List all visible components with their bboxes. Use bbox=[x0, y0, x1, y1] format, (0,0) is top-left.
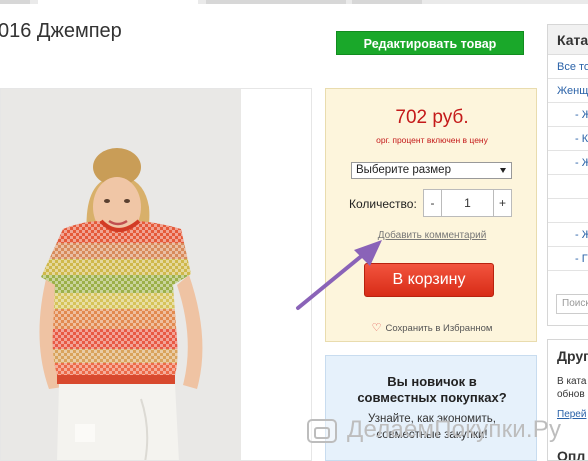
newbie-title: Вы новичок в совместных покупках? bbox=[326, 374, 538, 406]
newbie-info-box: Вы новичок в совместных покупках? Узнайт… bbox=[325, 355, 537, 461]
quantity-decrease-button[interactable]: - bbox=[424, 190, 442, 216]
price-note: орг. процент включен в цену bbox=[376, 135, 488, 145]
sidebar-subitem[interactable]: - Ж bbox=[548, 103, 588, 127]
quantity-input[interactable]: 1 bbox=[441, 190, 494, 216]
quantity-label: Количество: bbox=[349, 197, 417, 211]
edit-product-button[interactable]: Редактировать товар bbox=[336, 31, 524, 55]
favorite-label: Сохранить в Избранном bbox=[385, 323, 493, 334]
quantity-increase-button[interactable]: + bbox=[493, 190, 511, 216]
size-select-value: Выберите размер bbox=[356, 164, 451, 176]
tab[interactable] bbox=[352, 0, 422, 4]
sidebar-subitem[interactable] bbox=[548, 199, 588, 223]
sidebar-subitem[interactable]: - Ж bbox=[548, 151, 588, 175]
payment-header: Опл bbox=[557, 448, 586, 461]
catalog-sidebar: Катал Все тов Женщин - Ж - К - Ж - Ж - Г… bbox=[547, 24, 588, 326]
sidebar-subitem[interactable]: - Ж bbox=[548, 223, 588, 247]
catalog-search-input[interactable]: Поиск bbox=[556, 294, 588, 314]
tab[interactable] bbox=[206, 0, 346, 4]
model-illustration bbox=[39, 148, 203, 460]
annotation-arrow-icon bbox=[296, 240, 382, 310]
sidebar-item-women[interactable]: Женщин bbox=[548, 79, 588, 103]
tab[interactable] bbox=[38, 0, 198, 4]
other-text: В ката обнов bbox=[557, 375, 586, 401]
tab[interactable] bbox=[0, 0, 30, 4]
sidebar-subitem[interactable] bbox=[548, 175, 588, 199]
other-link[interactable]: Перей bbox=[557, 409, 586, 420]
watermark-logo-icon bbox=[307, 419, 337, 443]
price: 702 руб. bbox=[395, 107, 469, 128]
catalog-header: Катал bbox=[548, 25, 588, 55]
product-photo[interactable] bbox=[0, 88, 312, 461]
size-select[interactable]: Выберите размер bbox=[351, 162, 512, 179]
other-text-line: В ката bbox=[557, 376, 587, 387]
watermark-text: ДелаемПокупки.Ру bbox=[347, 416, 562, 443]
other-header: Друг bbox=[557, 348, 588, 364]
heart-icon: ♡ bbox=[371, 322, 382, 334]
newbie-title-line: Вы новичок в bbox=[387, 374, 477, 389]
chevron-down-icon bbox=[500, 168, 506, 173]
save-to-favorites-link[interactable]: ♡ Сохранить в Избранном bbox=[326, 321, 538, 334]
product-title: 016 Джемпер bbox=[0, 20, 122, 42]
other-text-line: обнов bbox=[557, 389, 585, 400]
sidebar-item-all[interactable]: Все тов bbox=[548, 55, 588, 79]
sidebar-subitem[interactable]: - Г bbox=[548, 247, 588, 271]
top-tabs-strip bbox=[0, 0, 588, 4]
newbie-title-line: совместных покупках? bbox=[357, 390, 507, 405]
sidebar-subitem[interactable]: - К bbox=[548, 127, 588, 151]
quantity-stepper: - 1 + bbox=[423, 189, 512, 217]
